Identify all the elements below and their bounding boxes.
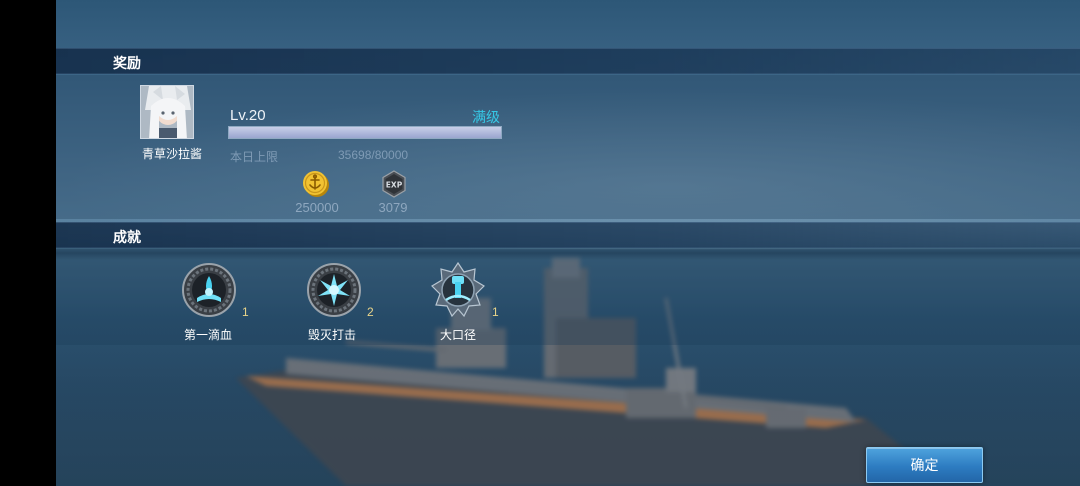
achievement-count: 1 (492, 305, 499, 319)
achievement-count: 1 (242, 305, 249, 319)
first-blood-medal-icon[interactable] (181, 262, 237, 318)
achievements-section-title: 成就 (113, 229, 141, 245)
exp-progress-fill (229, 127, 501, 138)
achievement-count: 2 (367, 305, 374, 319)
max-level-label: 满级 (472, 109, 500, 125)
player-avatar[interactable] (140, 85, 194, 139)
game-screen: 奖励 青草沙拉酱 Lv.20 满级 本日上限 35698/80000 25000… (0, 0, 1080, 486)
exp-badge-text: EXP (386, 181, 403, 190)
achievement-name: 毁灭打击 (307, 328, 356, 342)
achievements-section-header: 成就 (56, 222, 1080, 248)
daily-cap-value: 35698/80000 (338, 148, 409, 162)
daily-cap-label: 本日上限 (230, 150, 279, 164)
achievement-name: 第一滴血 (183, 328, 232, 342)
gold-reward-value: 250000 (295, 200, 339, 215)
rewards-section-header: 奖励 (56, 48, 1080, 74)
player-level: Lv.20 (230, 107, 266, 124)
big-caliber-medal-icon[interactable] (430, 262, 486, 318)
devastating-strike-medal-icon[interactable] (306, 262, 362, 318)
player-name: 青草沙拉酱 (141, 147, 202, 161)
confirm-button[interactable]: 确定 (866, 447, 983, 483)
exp-progress-bar (228, 126, 502, 139)
rewards-section-title: 奖励 (113, 55, 141, 71)
gold-coin-icon (303, 171, 329, 197)
exp-reward-value: 3079 (378, 200, 408, 215)
exp-badge-icon: EXP (382, 170, 406, 198)
achievement-name: 大口径 (439, 328, 476, 342)
avatar-portrait-icon (141, 86, 193, 138)
